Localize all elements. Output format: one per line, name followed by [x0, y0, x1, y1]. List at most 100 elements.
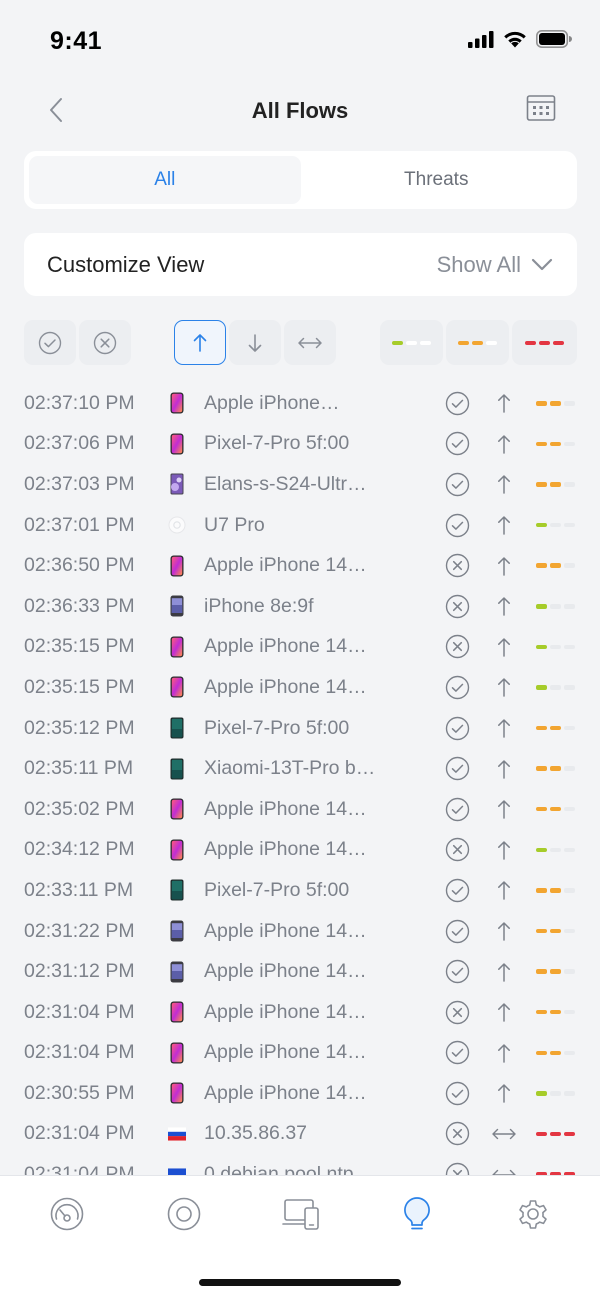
- customize-view-value: Show All: [436, 251, 521, 277]
- flows-list: 02:37:10 PM Apple iPhone… 02:37:06 PM Pixel…: [0, 383, 600, 1175]
- arrow-up-icon: [498, 841, 510, 860]
- flow-direction: [490, 798, 518, 820]
- filter-bar: [0, 320, 600, 366]
- flow-row[interactable]: 02:31:04 PM 10.35.86.37: [0, 1114, 600, 1155]
- flow-direction: [490, 392, 518, 414]
- flow-row[interactable]: 02:35:02 PM Apple iPhone 14…: [0, 789, 600, 830]
- x-circle-icon: [445, 635, 470, 659]
- flow-time: 02:31:04 PM: [24, 1122, 135, 1145]
- arrow-up-icon: [498, 475, 510, 495]
- severity-low-indicator: [392, 340, 431, 345]
- flow-row[interactable]: 02:31:04 PM Apple iPhone 14…: [0, 1033, 600, 1074]
- flow-status: [445, 472, 470, 497]
- flow-device-name: Elans-s-S24-Ultr…: [204, 472, 367, 495]
- flow-row[interactable]: 02:37:03 PM Elans-s-S24-Ultr…: [0, 464, 600, 505]
- android-phone-icon: [168, 757, 186, 781]
- flow-device-name: Apple iPhone 14…: [204, 1041, 367, 1064]
- calendar-icon: [526, 95, 556, 121]
- flow-row[interactable]: 02:37:10 PM Apple iPhone…: [0, 383, 600, 424]
- flow-time: 02:33:11 PM: [24, 878, 134, 901]
- flow-status: [445, 878, 470, 903]
- customize-view-dropdown[interactable]: Show All: [437, 252, 553, 278]
- arrow-both-icon: [492, 1169, 516, 1175]
- flow-device-name: iPhone 8e:9f: [204, 594, 314, 617]
- tab-insights[interactable]: [397, 1194, 437, 1234]
- flow-device-name: Apple iPhone 14…: [204, 554, 367, 577]
- flow-direction: [490, 758, 518, 780]
- flow-status: [445, 431, 470, 456]
- flow-severity: [536, 685, 575, 690]
- flow-status: [445, 837, 470, 862]
- calendar-button[interactable]: [526, 94, 560, 128]
- flow-row[interactable]: 02:30:55 PM Apple iPhone 14…: [0, 1073, 600, 1114]
- flow-row[interactable]: 02:33:11 PM Pixel-7-Pro 5f:00: [0, 870, 600, 911]
- flow-severity: [536, 888, 575, 893]
- lightbulb-icon: [404, 1197, 430, 1230]
- flow-row[interactable]: 02:34:12 PM Apple iPhone 14…: [0, 830, 600, 871]
- flow-row[interactable]: 02:35:15 PM Apple iPhone 14…: [0, 667, 600, 708]
- flow-row[interactable]: 02:31:12 PM Apple iPhone 14…: [0, 951, 600, 992]
- flow-direction: [490, 717, 518, 739]
- bidirectional-filter[interactable]: [284, 320, 336, 365]
- flow-row[interactable]: 02:31:04 PM 0.debian.pool.ntp…: [0, 1154, 600, 1175]
- flow-device-name: Apple iPhone 14…: [204, 635, 367, 658]
- tab-dashboard[interactable]: [47, 1194, 87, 1234]
- flow-time: 02:37:06 PM: [24, 432, 135, 455]
- flow-row[interactable]: 02:36:50 PM Apple iPhone 14…: [0, 545, 600, 586]
- arrow-up-icon: [498, 1044, 510, 1063]
- flow-row[interactable]: 02:37:01 PM U7 Pro: [0, 505, 600, 546]
- customize-view-row[interactable]: Customize View Show All: [24, 233, 577, 296]
- arrow-both-icon: [492, 1128, 516, 1140]
- medium-severity-filter[interactable]: [446, 320, 509, 365]
- check-circle-icon: [445, 472, 470, 497]
- flow-severity: [536, 847, 575, 853]
- flow-direction: [490, 1082, 518, 1104]
- flow-row[interactable]: 02:37:06 PM Pixel-7-Pro 5f:00: [0, 424, 600, 465]
- x-circle-icon: [445, 1000, 470, 1024]
- flow-device-name: Xiaomi-13T-Pro b…: [204, 757, 376, 780]
- flow-row[interactable]: 02:31:22 PM Apple iPhone 14…: [0, 911, 600, 952]
- x-circle-icon: [445, 1122, 470, 1146]
- flow-row[interactable]: 02:35:12 PM Pixel-7-Pro 5f:00: [0, 708, 600, 749]
- check-circle-icon: [445, 919, 470, 943]
- x-circle-icon: [445, 553, 470, 578]
- iphone-icon: [168, 838, 186, 862]
- android-phone-icon: [168, 716, 186, 740]
- high-severity-filter[interactable]: [512, 320, 577, 365]
- flow-row[interactable]: 02:35:11 PM Xiaomi-13T-Pro b…: [0, 748, 600, 789]
- arrow-up-icon: [498, 800, 510, 819]
- flow-device-name: 10.35.86.37: [204, 1122, 308, 1145]
- low-severity-filter[interactable]: [380, 320, 443, 365]
- download-filter[interactable]: [229, 320, 281, 365]
- flow-device-name: Apple iPhone 14…: [204, 1000, 367, 1023]
- flow-severity: [536, 644, 575, 650]
- upload-filter[interactable]: [174, 320, 226, 365]
- flow-time: 02:35:15 PM: [24, 635, 135, 658]
- allowed-filter[interactable]: [24, 320, 76, 365]
- blocked-filter[interactable]: [79, 320, 131, 365]
- tab-threats[interactable]: Threats: [301, 156, 573, 204]
- flow-status: [445, 594, 470, 619]
- iphone-icon: [168, 797, 186, 821]
- tab-all[interactable]: All: [29, 156, 301, 204]
- flow-direction: [490, 555, 518, 577]
- iphone-old-icon: [168, 919, 186, 943]
- arrow-up-icon: [498, 881, 510, 901]
- gear-icon: [519, 1200, 547, 1229]
- flow-row[interactable]: 02:35:15 PM Apple iPhone 14…: [0, 627, 600, 668]
- iphone-icon: [168, 1000, 186, 1024]
- flow-severity: [536, 806, 575, 812]
- flow-status: [445, 634, 470, 659]
- russia-flag-icon: [168, 1122, 186, 1146]
- check-circle-icon: [445, 716, 470, 740]
- access-point-icon: [168, 513, 186, 537]
- tab-settings[interactable]: [513, 1194, 553, 1234]
- tab-devices[interactable]: [281, 1194, 321, 1234]
- flow-direction: [490, 1164, 518, 1175]
- flow-row[interactable]: 02:36:33 PM iPhone 8e:9f: [0, 586, 600, 627]
- status-icons: [468, 30, 572, 48]
- flow-severity: [536, 1131, 575, 1137]
- tab-topology[interactable]: [164, 1194, 204, 1234]
- flow-row[interactable]: 02:31:04 PM Apple iPhone 14…: [0, 992, 600, 1033]
- iphone-icon: [168, 554, 186, 578]
